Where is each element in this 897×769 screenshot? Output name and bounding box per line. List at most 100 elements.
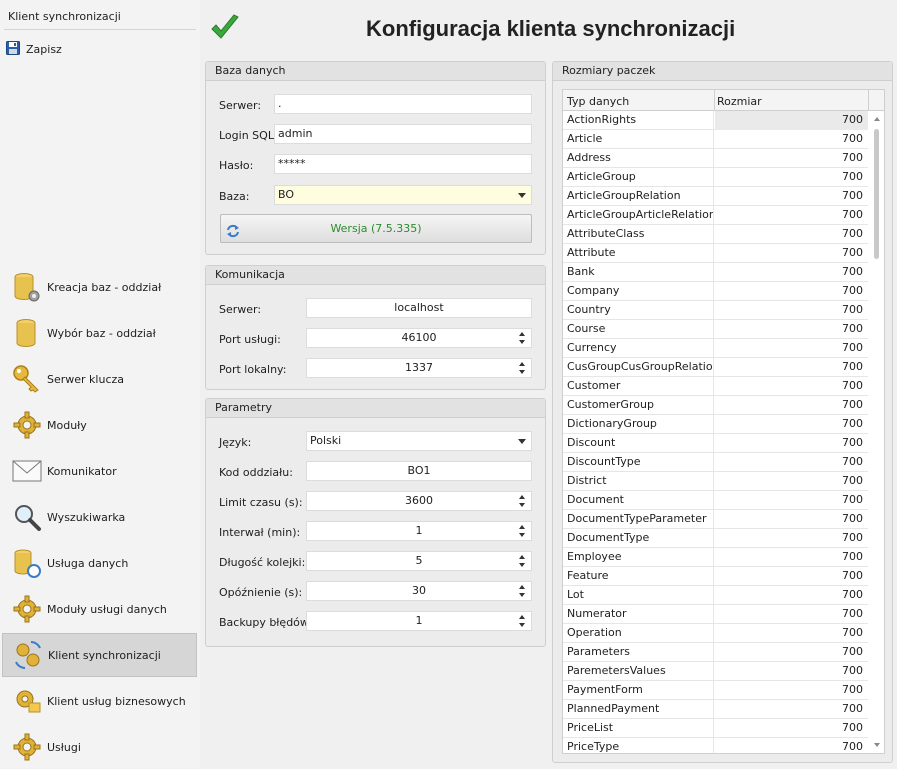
delay-spinner[interactable] (515, 582, 531, 600)
error-backups-input[interactable]: 1 (306, 611, 532, 631)
db-base-select[interactable]: BO (274, 185, 532, 205)
table-row[interactable]: Numerator 700 (563, 605, 868, 624)
table-row[interactable]: PlannedPayment 700 (563, 700, 868, 719)
cell-size[interactable]: 700 (715, 244, 868, 263)
cell-size[interactable]: 700 (715, 719, 868, 738)
cell-data-type[interactable]: PriceType (563, 738, 714, 753)
cell-data-type[interactable]: ArticleGroup (563, 168, 714, 187)
table-row[interactable]: Address 700 (563, 149, 868, 168)
cell-data-type[interactable]: DictionaryGroup (563, 415, 714, 434)
cell-size[interactable]: 700 (715, 605, 868, 624)
port-service-input[interactable]: 46100 (306, 328, 532, 348)
cell-size[interactable]: 700 (715, 396, 868, 415)
cell-data-type[interactable]: Company (563, 282, 714, 301)
cell-size[interactable]: 700 (715, 643, 868, 662)
cell-data-type[interactable]: Customer (563, 377, 714, 396)
port-service-spinner[interactable] (515, 329, 531, 347)
table-row[interactable]: CusGroupCusGroupRelation 700 (563, 358, 868, 377)
grid-scrollbar[interactable] (869, 111, 884, 753)
table-row[interactable]: DocumentTypeParameter 700 (563, 510, 868, 529)
branch-code-input[interactable]: BO1 (306, 461, 532, 481)
cell-size[interactable]: 700 (715, 624, 868, 643)
table-row[interactable]: Country 700 (563, 301, 868, 320)
db-server-input[interactable]: . (274, 94, 532, 114)
cell-size[interactable]: 700 (715, 415, 868, 434)
language-select[interactable]: Polski (306, 431, 532, 451)
table-row[interactable]: Course 700 (563, 320, 868, 339)
cell-data-type[interactable]: AttributeClass (563, 225, 714, 244)
table-row[interactable]: Parameters 700 (563, 643, 868, 662)
cell-size[interactable]: 700 (715, 168, 868, 187)
sidebar-item[interactable]: Klient usług biznesowych (2, 679, 197, 723)
cell-size[interactable]: 700 (715, 453, 868, 472)
cell-data-type[interactable]: PriceList (563, 719, 714, 738)
cell-data-type[interactable]: CusGroupCusGroupRelation (563, 358, 714, 377)
cell-size[interactable]: 700 (715, 339, 868, 358)
column-header-size[interactable]: Rozmiar (717, 95, 762, 108)
cell-data-type[interactable]: Bank (563, 263, 714, 282)
cell-size[interactable]: 700 (715, 681, 868, 700)
cell-size[interactable]: 700 (715, 662, 868, 681)
table-row[interactable]: Operation 700 (563, 624, 868, 643)
table-row[interactable]: Customer 700 (563, 377, 868, 396)
cell-data-type[interactable]: Attribute (563, 244, 714, 263)
cell-size[interactable]: 700 (715, 548, 868, 567)
table-row[interactable]: PriceType 700 (563, 738, 868, 753)
sidebar-item[interactable]: Moduły usługi danych (2, 587, 197, 631)
cell-data-type[interactable]: PaymentForm (563, 681, 714, 700)
time-limit-input[interactable]: 3600 (306, 491, 532, 511)
cell-size[interactable]: 700 (715, 111, 868, 130)
table-row[interactable]: District 700 (563, 472, 868, 491)
interval-spinner[interactable] (515, 522, 531, 540)
comm-server-input[interactable]: localhost (306, 298, 532, 318)
cell-data-type[interactable]: DocumentType (563, 529, 714, 548)
cell-data-type[interactable]: ArticleGroupRelation (563, 187, 714, 206)
chevron-down-icon[interactable] (518, 439, 526, 444)
cell-size[interactable]: 700 (715, 187, 868, 206)
table-row[interactable]: Attribute 700 (563, 244, 868, 263)
cell-size[interactable]: 700 (715, 377, 868, 396)
table-row[interactable]: Currency 700 (563, 339, 868, 358)
error-backups-spinner[interactable] (515, 612, 531, 630)
scroll-up-icon[interactable] (874, 117, 880, 121)
db-login-input[interactable]: admin (274, 124, 532, 144)
cell-data-type[interactable]: Discount (563, 434, 714, 453)
table-row[interactable]: DocumentType 700 (563, 529, 868, 548)
table-row[interactable]: DiscountType 700 (563, 453, 868, 472)
table-row[interactable]: PriceList 700 (563, 719, 868, 738)
cell-data-type[interactable]: Operation (563, 624, 714, 643)
cell-data-type[interactable]: Document (563, 491, 714, 510)
table-row[interactable]: ArticleGroupArticleRelation 700 (563, 206, 868, 225)
interval-input[interactable]: 1 (306, 521, 532, 541)
cell-size[interactable]: 700 (715, 301, 868, 320)
sidebar-item[interactable]: Klient synchronizacji (2, 633, 197, 677)
cell-size[interactable]: 700 (715, 320, 868, 339)
table-row[interactable]: Lot 700 (563, 586, 868, 605)
db-password-input[interactable]: ***** (274, 154, 532, 174)
cell-data-type[interactable]: ArticleGroupArticleRelation (563, 206, 714, 225)
table-row[interactable]: CustomerGroup 700 (563, 396, 868, 415)
sidebar-item[interactable]: Serwer klucza (2, 357, 197, 401)
cell-size[interactable]: 700 (715, 434, 868, 453)
delay-input[interactable]: 30 (306, 581, 532, 601)
scroll-down-icon[interactable] (874, 743, 880, 747)
table-row[interactable]: AttributeClass 700 (563, 225, 868, 244)
cell-data-type[interactable]: ParemetersValues (563, 662, 714, 681)
save-button[interactable]: Zapisz (6, 40, 62, 58)
sidebar-item[interactable]: Wybór baz - oddział (2, 311, 197, 355)
table-row[interactable]: Article 700 (563, 130, 868, 149)
cell-size[interactable]: 700 (715, 206, 868, 225)
chevron-down-icon[interactable] (518, 193, 526, 198)
cell-size[interactable]: 700 (715, 472, 868, 491)
cell-size[interactable]: 700 (715, 567, 868, 586)
port-local-spinner[interactable] (515, 359, 531, 377)
cell-data-type[interactable]: DocumentTypeParameter (563, 510, 714, 529)
sidebar-item[interactable]: Usługi (2, 725, 197, 769)
time-limit-spinner[interactable] (515, 492, 531, 510)
cell-data-type[interactable]: ActionRights (563, 111, 714, 130)
queue-length-input[interactable]: 5 (306, 551, 532, 571)
cell-data-type[interactable]: DiscountType (563, 453, 714, 472)
cell-size[interactable]: 700 (715, 263, 868, 282)
table-row[interactable]: ArticleGroup 700 (563, 168, 868, 187)
cell-size[interactable]: 700 (715, 700, 868, 719)
